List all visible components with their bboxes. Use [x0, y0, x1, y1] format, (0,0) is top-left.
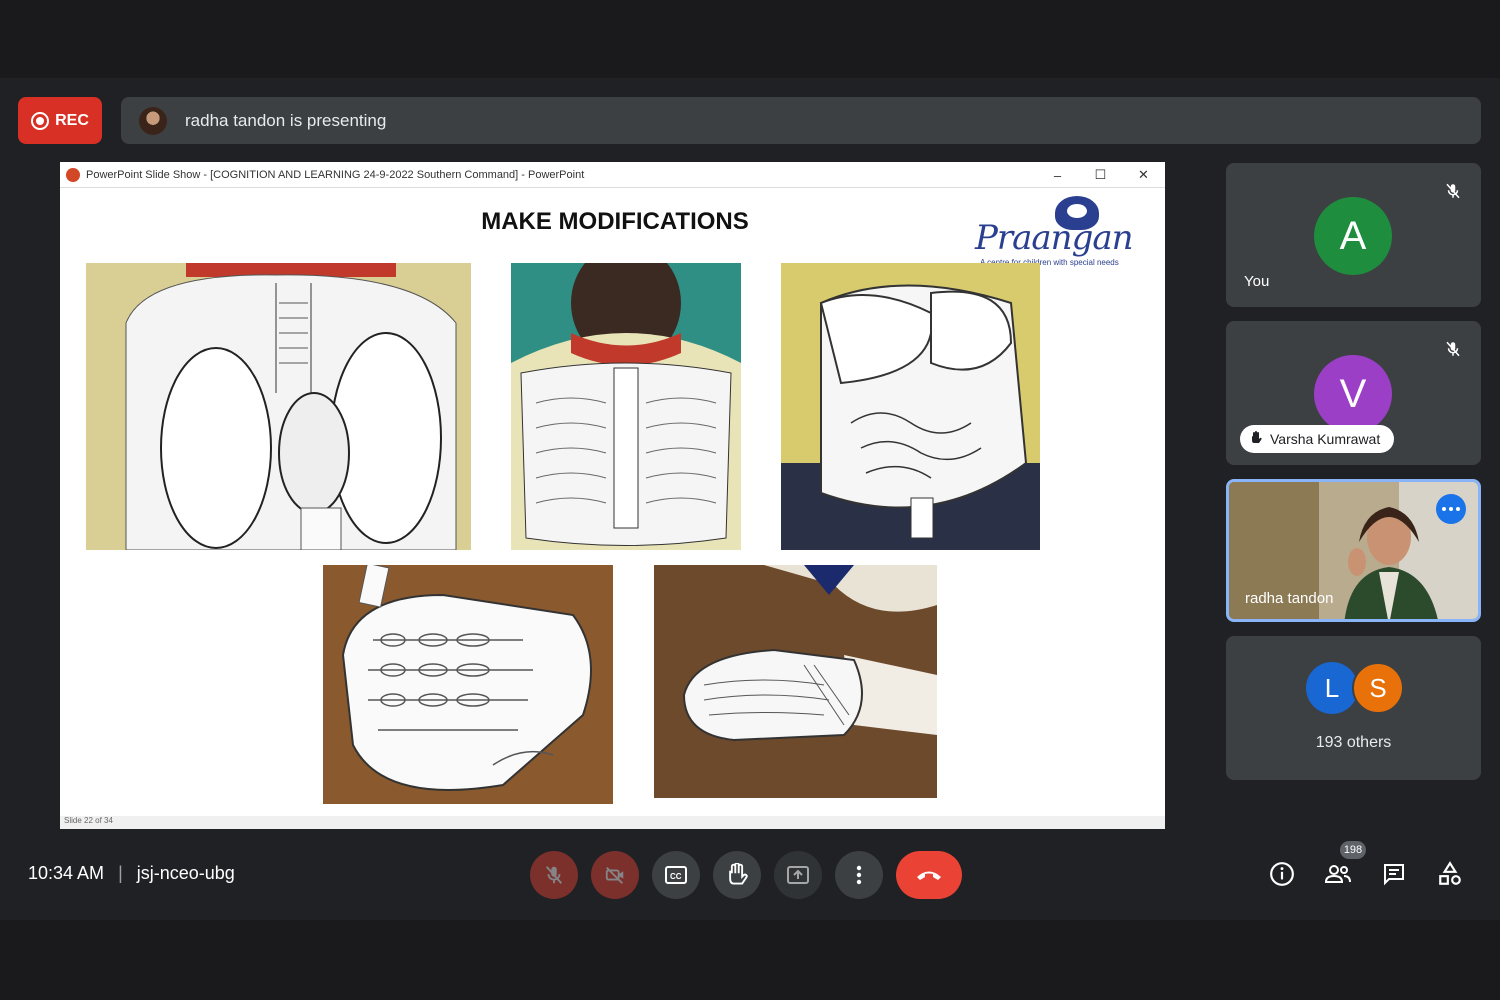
avatar: S	[1352, 662, 1404, 714]
more-options-button[interactable]	[835, 851, 883, 899]
activities-button[interactable]	[1432, 856, 1468, 892]
powerpoint-icon	[66, 167, 80, 182]
people-icon	[1324, 865, 1351, 883]
svg-text:CC: CC	[670, 872, 682, 881]
hand-muscles-model-photo	[654, 565, 937, 798]
clock-time: 10:34 AM	[28, 863, 105, 883]
more-vert-icon	[856, 865, 862, 885]
presenting-text: radha tandon is presenting	[185, 110, 387, 130]
participant-name: radha tandon	[1245, 590, 1334, 607]
digestive-system-model-photo	[781, 263, 1040, 550]
chat-button[interactable]	[1376, 856, 1412, 892]
slide-status-bar: Slide 22 of 34	[60, 816, 1165, 829]
others-tile[interactable]: L S 193 others	[1226, 636, 1481, 780]
activities-icon	[1439, 861, 1461, 885]
meeting-details-button[interactable]	[1264, 856, 1300, 892]
record-icon	[31, 111, 50, 130]
meet-window: REC radha tandon is presenting PowerPoin…	[0, 78, 1500, 920]
hand-bones-model-photo	[323, 565, 613, 804]
chat-icon	[1384, 864, 1404, 886]
more-options-button[interactable]	[1436, 494, 1466, 524]
minimize-button[interactable]: –	[1036, 162, 1079, 188]
ribcage-model-photo	[511, 263, 741, 550]
mic-off-icon	[1441, 337, 1465, 361]
participant-name: Varsha Kumrawat	[1270, 431, 1381, 447]
hand-icon	[1250, 430, 1262, 448]
hang-up-icon	[917, 871, 941, 880]
people-button[interactable]	[1320, 856, 1356, 892]
camera-toggle-button[interactable]	[591, 851, 639, 899]
mic-off-icon	[1441, 179, 1465, 203]
lungs-model-photo	[86, 263, 471, 550]
mic-off-icon	[545, 866, 563, 884]
mic-toggle-button[interactable]	[530, 851, 578, 899]
present-icon	[787, 866, 809, 884]
close-button[interactable]: ✕	[1122, 162, 1165, 188]
participant-tile-radha[interactable]: radha tandon	[1226, 479, 1481, 622]
letterbox-bottom	[0, 920, 1500, 1000]
others-count: 193 others	[1315, 734, 1392, 751]
presenting-banner: radha tandon is presenting	[121, 97, 1481, 144]
meeting-info: 10:34 AM | jsj-nceo-ubg	[28, 863, 235, 884]
camera-off-icon	[605, 867, 624, 884]
participant-tile-you[interactable]: A You	[1226, 163, 1481, 307]
bottom-control-bar: 10:34 AM | jsj-nceo-ubg CC 198	[0, 841, 1500, 902]
avatar: A	[1314, 197, 1392, 275]
letterbox-top	[0, 0, 1500, 78]
participant-name-pill: Varsha Kumrawat	[1240, 425, 1395, 453]
recording-label: REC	[55, 111, 89, 129]
avatar: L	[1306, 662, 1358, 714]
powerpoint-titlebar: PowerPoint Slide Show - [COGNITION AND L…	[60, 162, 1165, 188]
presenter-avatar	[139, 106, 167, 135]
raise-hand-icon	[729, 863, 748, 885]
maximize-button[interactable]: ☐	[1079, 162, 1122, 188]
captions-icon: CC	[665, 866, 687, 884]
avatar: V	[1314, 355, 1392, 433]
divider: |	[118, 863, 123, 883]
praangan-logo: Praangan A centre for children with spec…	[975, 196, 1165, 267]
recording-indicator: REC	[18, 97, 102, 144]
present-now-button[interactable]	[774, 851, 822, 899]
participant-name: You	[1244, 273, 1270, 290]
captions-button[interactable]: CC	[652, 851, 700, 899]
raise-hand-button[interactable]	[713, 851, 761, 899]
window-title: PowerPoint Slide Show - [COGNITION AND L…	[86, 168, 585, 181]
participant-tile-varsha[interactable]: V Varsha Kumrawat	[1226, 321, 1481, 465]
logo-text: Praangan	[975, 218, 1134, 258]
shared-screen: PowerPoint Slide Show - [COGNITION AND L…	[60, 162, 1165, 829]
meeting-code: jsj-nceo-ubg	[136, 863, 235, 883]
leave-call-button[interactable]	[896, 851, 962, 899]
info-icon	[1270, 862, 1294, 886]
